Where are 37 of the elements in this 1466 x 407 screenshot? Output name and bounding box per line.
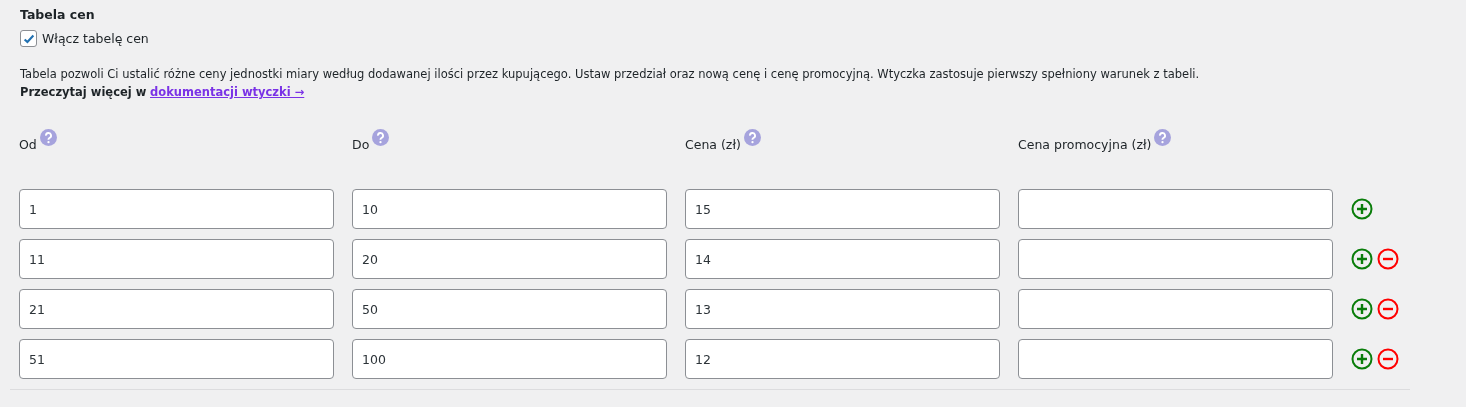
remove-icon[interactable] [1377,248,1399,270]
read-more-text: Przeczytaj więcej w dokumentacji wtyczki → [20,84,306,101]
input-field[interactable]: 51 [19,339,334,379]
help-icon[interactable] [743,129,761,146]
input-field[interactable]: 100 [352,339,667,379]
input-field[interactable] [1018,339,1333,379]
help-icon[interactable] [372,129,390,146]
input-field[interactable]: 12 [685,339,1000,379]
column-header: Cena promocyjna (zł) [1018,136,1152,152]
input-field[interactable]: 13 [685,289,1000,329]
add-icon[interactable] [1351,348,1373,370]
input-field[interactable] [1018,239,1333,279]
remove-icon[interactable] [1377,298,1399,320]
add-icon[interactable] [1351,198,1373,220]
input-field[interactable]: 14 [685,239,1000,279]
checkbox-label: Włącz tabelę cen [42,31,149,46]
description-text: Tabela pozwoli Ci ustalić różne ceny jednostki miary według dodawanej ilości przez kupującego. Ustaw przedział oraz nową cenę i cenę promocyjną. Wtyczka zastosuje pierwszy spełniony warunek z tabeli. [20,66,1201,83]
input-field[interactable]: 10 [352,189,667,229]
documentation-link[interactable]: dokumentacji wtyczki → [150,85,305,99]
add-icon[interactable] [1351,298,1373,320]
input-field[interactable]: 1 [19,189,334,229]
input-field[interactable] [1018,189,1333,229]
help-icon[interactable] [39,129,57,146]
input-field[interactable]: 21 [19,289,334,329]
column-header: Do [352,136,370,152]
column-header: Cena (zł) [685,136,741,152]
section-title: Tabela cen [20,6,96,24]
help-icon[interactable] [1154,129,1172,146]
input-field[interactable]: 11 [19,239,334,279]
enable-checkbox[interactable] [20,30,37,47]
input-field[interactable]: 15 [685,189,1000,229]
input-field[interactable]: 50 [352,289,667,329]
column-header: Od [19,136,37,152]
add-icon[interactable] [1351,248,1373,270]
input-field[interactable] [1018,289,1333,329]
input-field[interactable]: 20 [352,239,667,279]
remove-icon[interactable] [1377,348,1399,370]
